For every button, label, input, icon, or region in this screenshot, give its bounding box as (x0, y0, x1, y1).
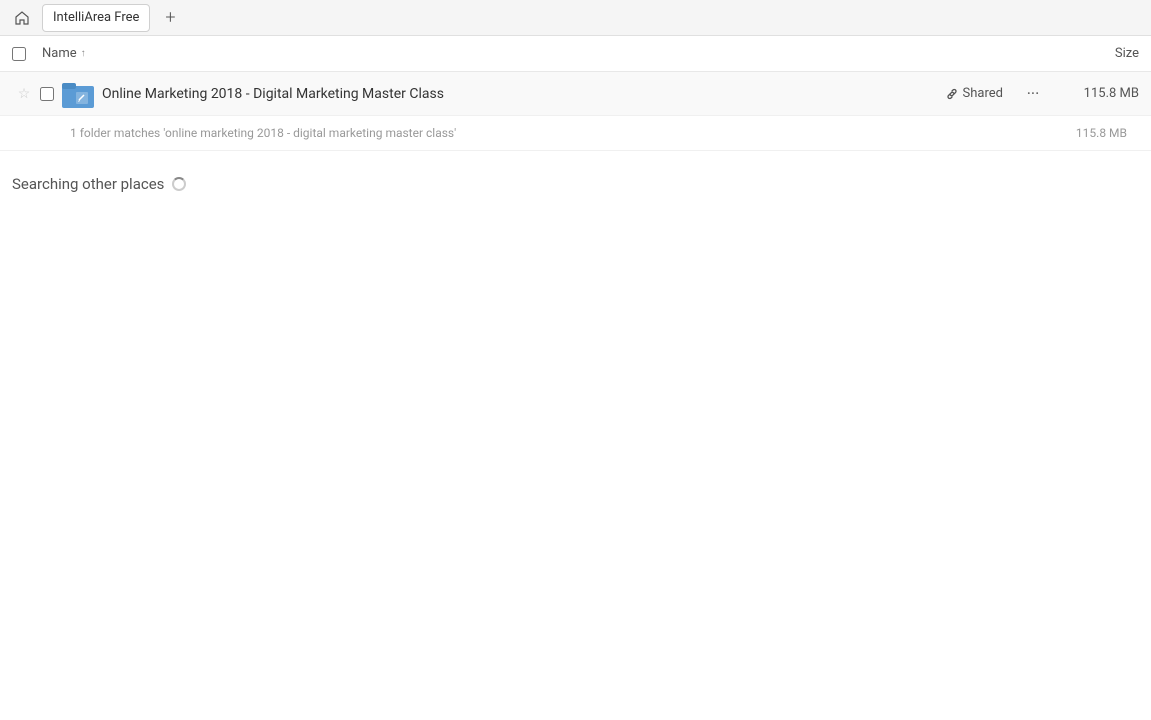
home-icon (14, 10, 30, 26)
match-info-size: 115.8 MB (1076, 126, 1139, 140)
searching-section: Searching other places (0, 151, 1151, 205)
tab-label: IntelliArea Free (53, 10, 139, 25)
match-info-text: 1 folder matches 'online marketing 2018 … (70, 126, 456, 140)
folder-icon (62, 78, 94, 110)
file-size: 115.8 MB (1059, 86, 1139, 101)
row-checkbox[interactable] (40, 87, 54, 101)
file-row[interactable]: ☆ Online Marketing 2018 - Digital Market… (0, 72, 1151, 116)
titlebar: IntelliArea Free + (0, 0, 1151, 36)
row-checkbox-container[interactable] (40, 87, 62, 101)
name-column-header[interactable]: Name ↑ (42, 46, 1039, 61)
more-options-button[interactable]: ··· (1019, 80, 1047, 108)
file-name: Online Marketing 2018 - Digital Marketin… (102, 86, 945, 102)
shared-badge: Shared (945, 86, 1003, 101)
match-info-row: 1 folder matches 'online marketing 2018 … (0, 116, 1151, 151)
new-tab-button[interactable]: + (156, 4, 184, 32)
active-tab[interactable]: IntelliArea Free (42, 4, 150, 32)
select-all-checkbox-container[interactable] (12, 47, 42, 61)
sort-arrow-icon: ↑ (81, 48, 86, 59)
column-headers: Name ↑ Size (0, 36, 1151, 72)
select-all-checkbox[interactable] (12, 47, 26, 61)
star-icon[interactable]: ☆ (12, 86, 36, 102)
shared-label: Shared (963, 86, 1003, 101)
home-button[interactable] (8, 4, 36, 32)
loading-spinner (172, 177, 186, 191)
link-icon (945, 87, 959, 101)
searching-label: Searching other places (12, 175, 164, 193)
size-column-header: Size (1039, 46, 1139, 61)
more-icon: ··· (1027, 84, 1040, 103)
